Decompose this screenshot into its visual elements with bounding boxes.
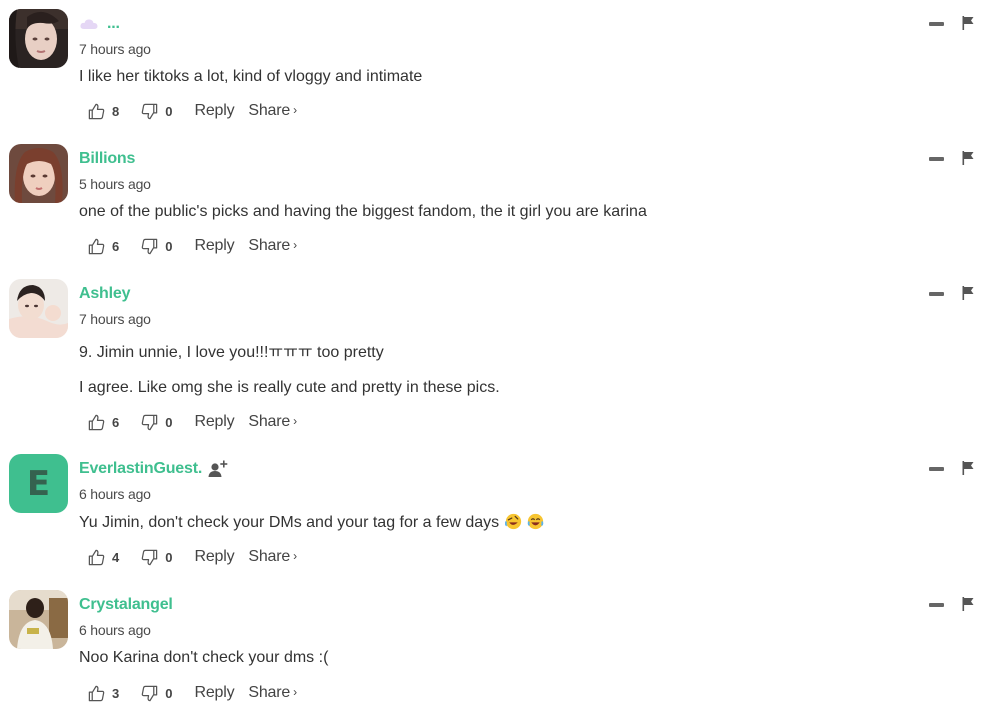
rolling-on-floor-laughing-emoji <box>505 513 522 530</box>
username-row: ... <box>79 13 120 35</box>
share-button[interactable]: Share › <box>248 102 297 120</box>
thumbs-down-icon <box>141 549 158 565</box>
reply-button[interactable]: Reply <box>194 413 234 431</box>
username[interactable]: Ashley <box>79 285 130 303</box>
like-count: 6 <box>112 238 120 254</box>
add-user-icon[interactable] <box>208 459 228 479</box>
chevron-right-icon: › <box>293 414 297 428</box>
thumbs-down-icon <box>141 685 158 701</box>
username-row: EverlastinGuest. <box>79 458 228 480</box>
comment-actions: 4 0 Reply Share › <box>87 546 297 568</box>
like-button[interactable]: 6 <box>87 237 119 256</box>
thumbs-up-icon <box>88 103 105 119</box>
chevron-right-icon: › <box>293 549 297 563</box>
like-count: 3 <box>112 685 120 701</box>
collapse-icon[interactable] <box>929 157 944 161</box>
flag-icon[interactable] <box>962 16 974 30</box>
like-button[interactable]: 6 <box>87 413 119 432</box>
timestamp: 6 hours ago <box>79 486 151 502</box>
collapse-icon[interactable] <box>929 603 944 607</box>
like-count: 4 <box>112 549 120 565</box>
comment-text: Yu Jimin, don't check your DMs and your … <box>79 513 544 532</box>
thumbs-up-icon <box>88 549 105 565</box>
comment-text-body: Yu Jimin, don't check your DMs and your … <box>79 514 500 531</box>
share-label: Share <box>248 413 291 430</box>
avatar[interactable] <box>9 590 68 649</box>
timestamp: 5 hours ago <box>79 176 151 192</box>
username[interactable]: ... <box>107 15 120 33</box>
timestamp: 6 hours ago <box>79 622 151 638</box>
dislike-button[interactable]: 0 <box>140 684 172 703</box>
avatar[interactable] <box>9 9 68 68</box>
flag-icon[interactable] <box>962 286 974 300</box>
like-button[interactable]: 4 <box>87 548 119 567</box>
like-count: 8 <box>112 103 120 119</box>
cloud-badge-icon <box>80 19 98 29</box>
timestamp: 7 hours ago <box>79 41 151 57</box>
username-row: Crystalangel <box>79 594 173 616</box>
share-button[interactable]: Share › <box>248 413 297 431</box>
comment-text: I agree. Like omg she is really cute and… <box>79 379 500 396</box>
username[interactable]: Billions <box>79 150 135 168</box>
dislike-count: 0 <box>165 549 173 565</box>
flag-icon[interactable] <box>962 597 974 611</box>
comment-actions: 6 0 Reply Share › <box>87 235 297 257</box>
dislike-button[interactable]: 0 <box>140 413 172 432</box>
username-row: Ashley <box>79 283 130 305</box>
flag-icon[interactable] <box>962 461 974 475</box>
share-button[interactable]: Share › <box>248 684 297 702</box>
thumbs-down-icon <box>141 103 158 119</box>
username-row: Billions <box>79 148 135 170</box>
dislike-count: 0 <box>165 685 173 701</box>
comment-text: I like her tiktoks a lot, kind of vloggy… <box>79 68 423 85</box>
tears-of-joy-emoji <box>527 513 544 530</box>
timestamp: 7 hours ago <box>79 311 151 327</box>
reply-button[interactable]: Reply <box>194 684 234 702</box>
dislike-count: 0 <box>165 414 173 430</box>
collapse-icon[interactable] <box>929 292 944 296</box>
username[interactable]: EverlastinGuest. <box>79 460 202 478</box>
avatar[interactable]: E <box>9 454 68 513</box>
username[interactable]: Crystalangel <box>79 596 173 614</box>
comment-actions: 3 0 Reply Share › <box>87 682 297 704</box>
thumbs-down-icon <box>141 238 158 254</box>
reply-button[interactable]: Reply <box>194 548 234 566</box>
dislike-button[interactable]: 0 <box>140 548 172 567</box>
like-button[interactable]: 8 <box>87 102 119 121</box>
thumbs-down-icon <box>141 414 158 430</box>
share-label: Share <box>248 102 291 119</box>
flag-icon[interactable] <box>962 151 974 165</box>
thumbs-up-icon <box>88 685 105 701</box>
comment-actions: 8 0 Reply Share › <box>87 100 297 122</box>
avatar[interactable] <box>9 279 68 338</box>
share-button[interactable]: Share › <box>248 548 297 566</box>
dislike-button[interactable]: 0 <box>140 102 172 121</box>
thumbs-up-icon <box>88 414 105 430</box>
share-label: Share <box>248 684 291 701</box>
comment-actions: 6 0 Reply Share › <box>87 411 297 433</box>
comment-text: Noo Karina don't check your dms :( <box>79 649 329 666</box>
comment-text: 9. Jimin unnie, I love you!!!ㅠㅠㅠ too pre… <box>79 344 384 361</box>
dislike-count: 0 <box>165 238 173 254</box>
collapse-icon[interactable] <box>929 467 944 471</box>
reply-button[interactable]: Reply <box>194 102 234 120</box>
share-button[interactable]: Share › <box>248 237 297 255</box>
share-label: Share <box>248 237 291 254</box>
chevron-right-icon: › <box>293 103 297 117</box>
comment-text: one of the public's picks and having the… <box>79 203 647 220</box>
like-count: 6 <box>112 414 120 430</box>
share-label: Share <box>248 548 291 565</box>
thumbs-up-icon <box>88 238 105 254</box>
dislike-button[interactable]: 0 <box>140 237 172 256</box>
avatar[interactable] <box>9 144 68 203</box>
dislike-count: 0 <box>165 103 173 119</box>
like-button[interactable]: 3 <box>87 684 119 703</box>
chevron-right-icon: › <box>293 238 297 252</box>
reply-button[interactable]: Reply <box>194 237 234 255</box>
chevron-right-icon: › <box>293 685 297 699</box>
collapse-icon[interactable] <box>929 22 944 26</box>
